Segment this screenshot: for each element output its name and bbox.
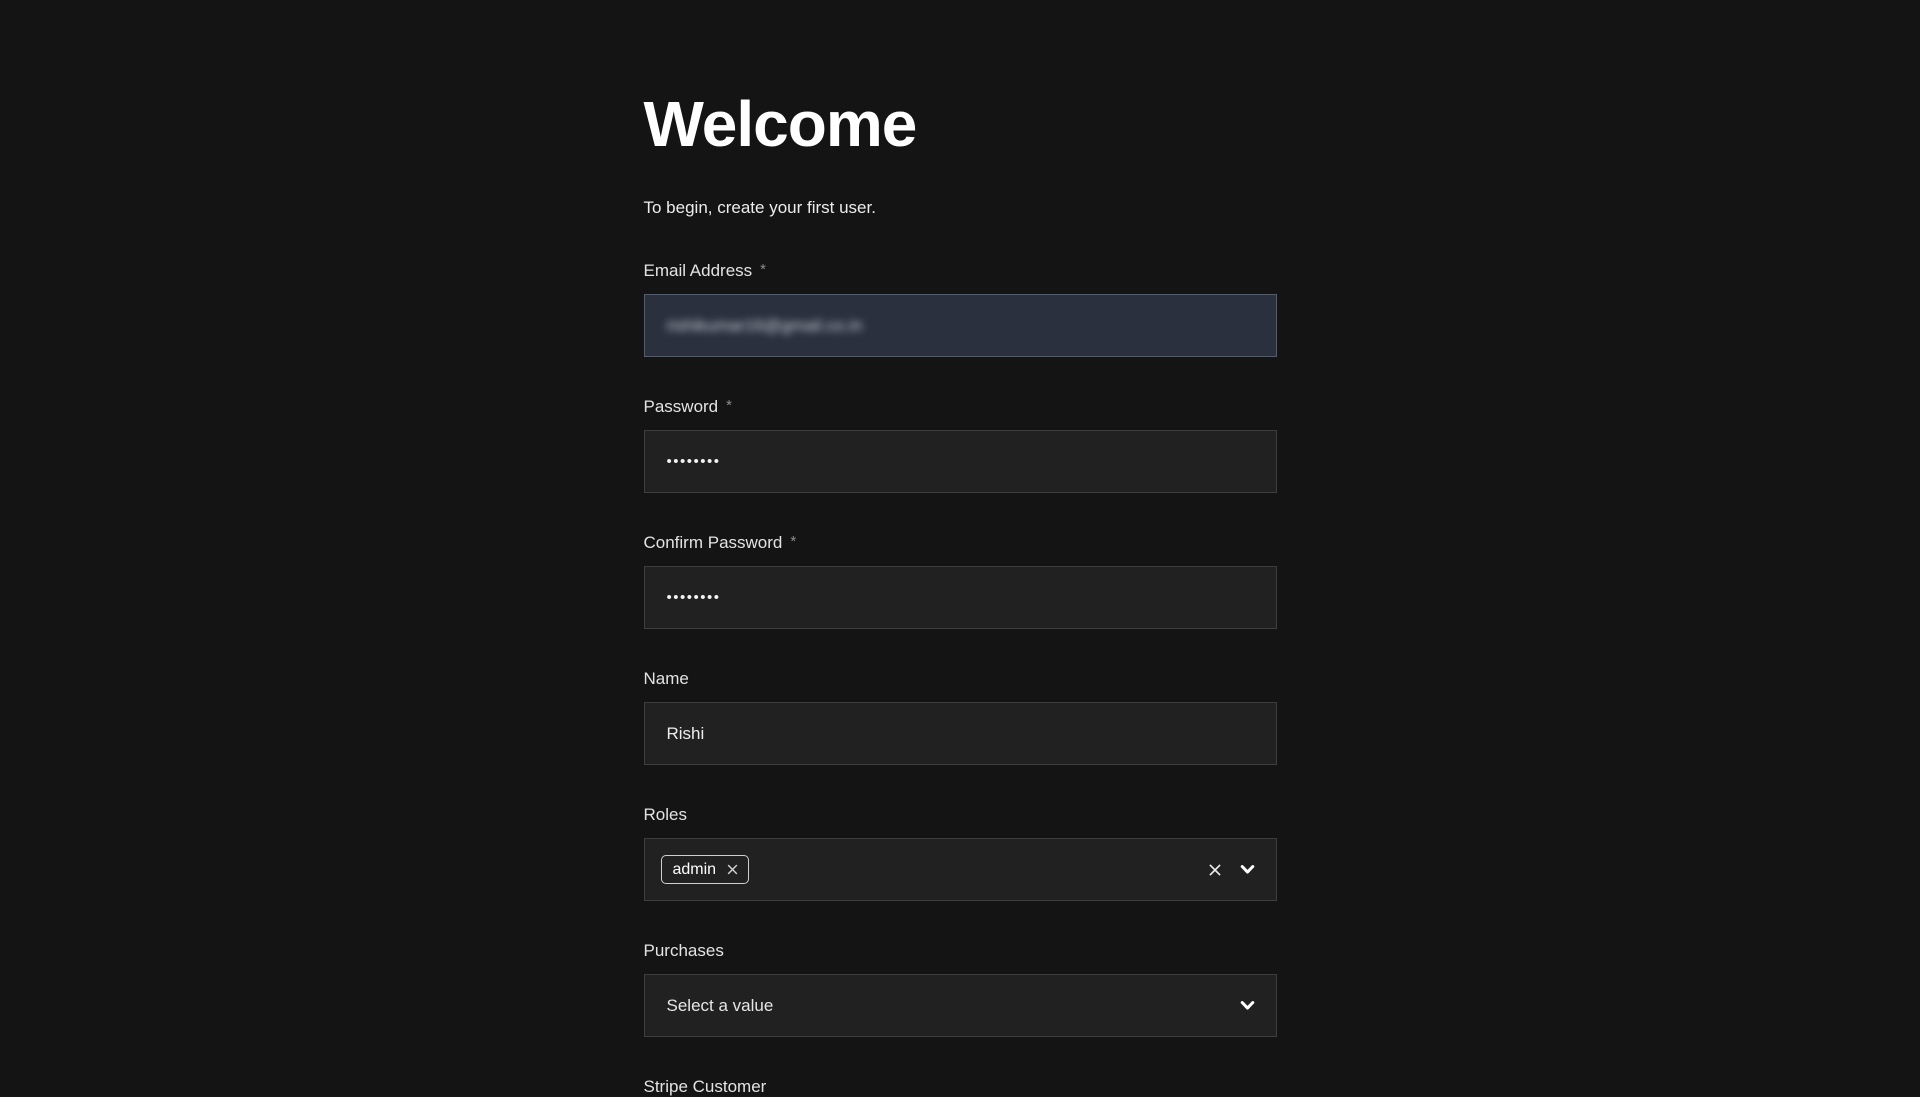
email-input[interactable]: rishikumar16@gmail.co.in bbox=[644, 294, 1277, 357]
name-label-text: Name bbox=[644, 669, 689, 689]
role-chip-label: admin bbox=[673, 861, 717, 879]
required-asterisk: * bbox=[726, 396, 732, 416]
email-label-text: Email Address bbox=[644, 261, 753, 281]
confirm-password-input[interactable]: •••••••• bbox=[644, 566, 1277, 629]
required-asterisk: * bbox=[790, 532, 796, 552]
email-label: Email Address * bbox=[644, 261, 1277, 281]
name-input[interactable]: Rishi bbox=[644, 702, 1277, 765]
roles-label: Roles bbox=[644, 805, 1277, 825]
email-field-group: Email Address * rishikumar16@gmail.co.in bbox=[644, 261, 1277, 357]
required-asterisk: * bbox=[760, 260, 766, 280]
page-title: Welcome bbox=[644, 92, 1277, 156]
password-input[interactable]: •••••••• bbox=[644, 430, 1277, 493]
chevron-down-icon[interactable] bbox=[1239, 997, 1256, 1014]
purchases-select-controls bbox=[1239, 997, 1256, 1014]
name-label: Name bbox=[644, 669, 1277, 689]
create-first-user-form: Welcome To begin, create your first user… bbox=[644, 0, 1277, 1097]
confirm-password-label: Confirm Password * bbox=[644, 533, 1277, 553]
confirm-password-label-text: Confirm Password bbox=[644, 533, 783, 553]
purchases-placeholder: Select a value bbox=[667, 996, 774, 1016]
purchases-label: Purchases bbox=[644, 941, 1277, 961]
purchases-label-text: Purchases bbox=[644, 941, 724, 961]
password-label-text: Password bbox=[644, 397, 719, 417]
confirm-password-masked-value: •••••••• bbox=[667, 589, 721, 606]
clear-selection-x-icon[interactable] bbox=[1206, 861, 1224, 879]
stripe-customer-label: Stripe Customer bbox=[644, 1077, 1277, 1097]
purchases-field-group: Purchases Select a value bbox=[644, 941, 1277, 1037]
name-field-group: Name Rishi bbox=[644, 669, 1277, 765]
chip-remove-x-icon[interactable] bbox=[726, 863, 739, 876]
page-subtitle: To begin, create your first user. bbox=[644, 198, 1277, 218]
confirm-password-field-group: Confirm Password * •••••••• bbox=[644, 533, 1277, 629]
roles-multiselect[interactable]: admin bbox=[644, 838, 1277, 901]
roles-label-text: Roles bbox=[644, 805, 687, 825]
password-label: Password * bbox=[644, 397, 1277, 417]
name-value: Rishi bbox=[667, 724, 705, 744]
purchases-select[interactable]: Select a value bbox=[644, 974, 1277, 1037]
chevron-down-icon[interactable] bbox=[1239, 861, 1256, 878]
email-value-obscured: rishikumar16@gmail.co.in bbox=[667, 316, 863, 336]
roles-field-group: Roles admin bbox=[644, 805, 1277, 901]
stripe-customer-field-group: Stripe Customer bbox=[644, 1077, 1277, 1097]
roles-select-controls bbox=[1206, 861, 1256, 879]
password-masked-value: •••••••• bbox=[667, 453, 721, 470]
role-chip-admin[interactable]: admin bbox=[661, 855, 750, 884]
password-field-group: Password * •••••••• bbox=[644, 397, 1277, 493]
